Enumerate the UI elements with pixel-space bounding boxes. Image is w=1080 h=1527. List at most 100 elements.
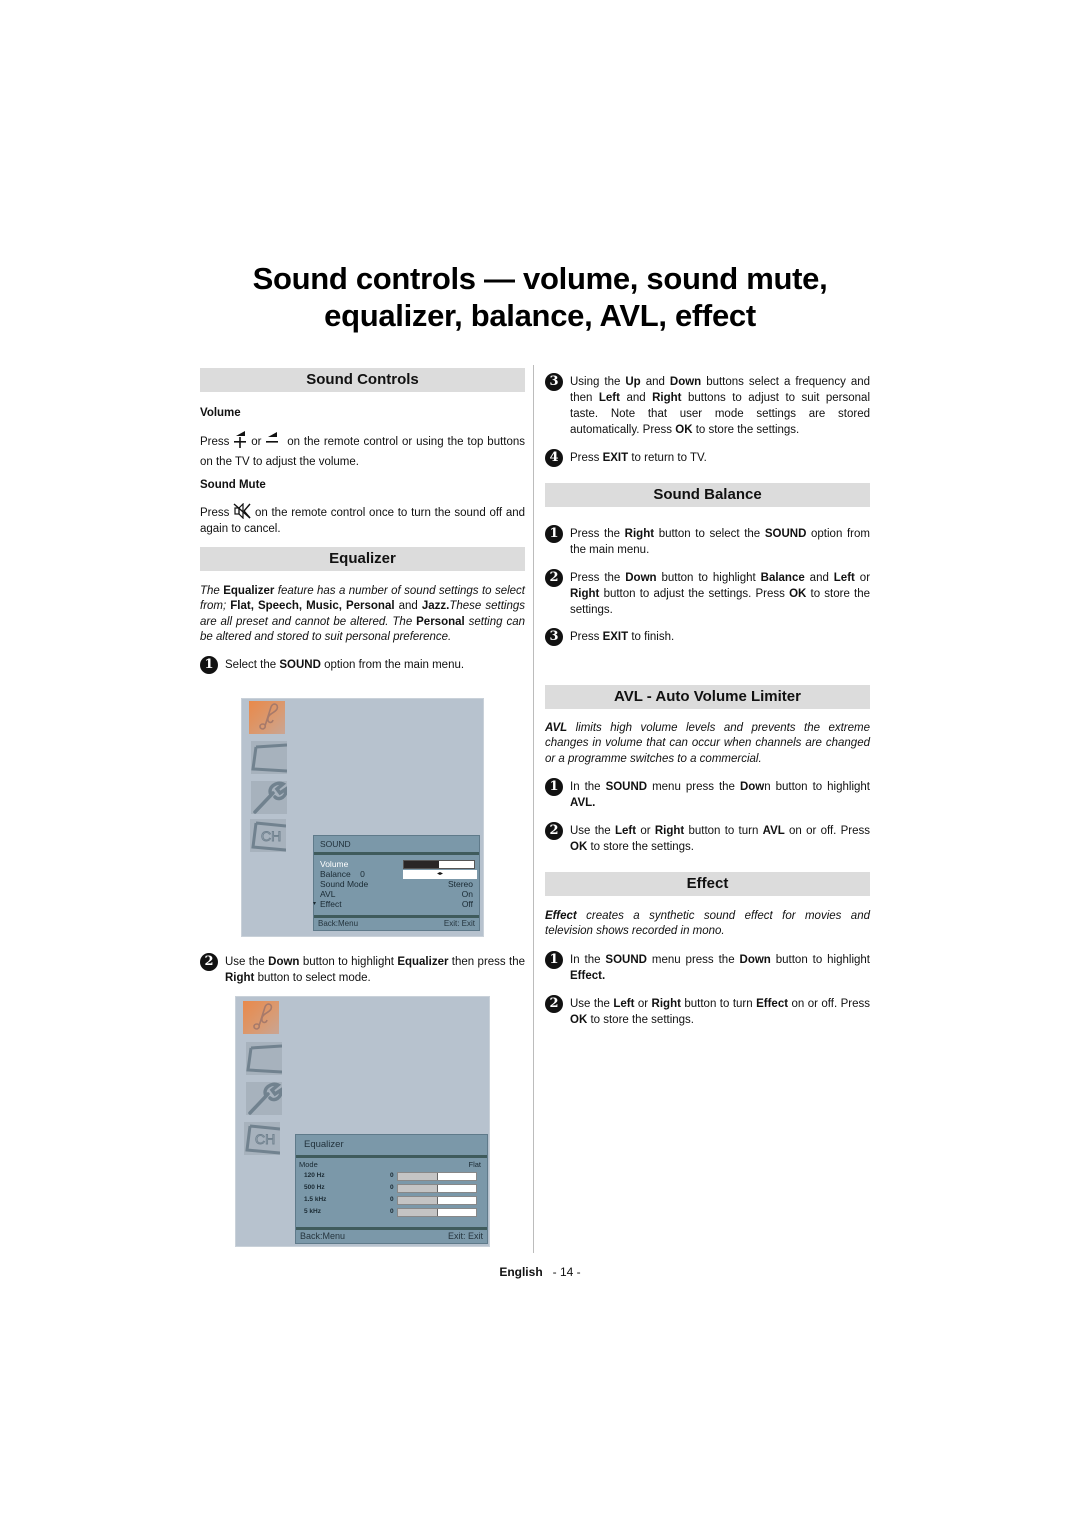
step-number-badge: 1 [545, 777, 563, 796]
wrench-icon [251, 781, 287, 814]
step-number-badge: 1 [545, 950, 563, 969]
sound-menu-title: SOUND [314, 836, 479, 855]
tv-osd-sound-screenshot: CH SOUND Volume Balance 0 ◂▸ Sound Mode S… [241, 698, 484, 937]
equalizer-section: Equalizer The Equalizer feature has a nu… [200, 547, 526, 675]
equalizer-step-2: 2 Use the Down button to highlight Equali… [200, 953, 525, 986]
step-number-badge: 3 [545, 628, 563, 646]
channel-icon: CH [244, 1122, 280, 1155]
step-number-badge: 2 [545, 994, 563, 1013]
sound-menu-row-sound-mode[interactable]: Sound Mode Stereo [314, 879, 479, 889]
channel-icon: CH [250, 819, 286, 852]
volume-text: Press or on the remote control or using … [200, 431, 525, 472]
equalizer-intro: The Equalizer feature has a number of so… [200, 585, 526, 643]
effect-step-1: 1 In the SOUND menu press the Down button… [545, 950, 870, 984]
step-number-badge: 3 [545, 373, 563, 391]
equalizer-menu-title: Equalizer [296, 1135, 487, 1158]
sound-menu-footer: Back:Menu Exit: Exit [314, 915, 479, 930]
volume-bar[interactable] [403, 860, 475, 869]
sound-controls-section: Sound Controls Volume Press or on the re… [200, 368, 525, 537]
volume-or-text: or [251, 436, 262, 448]
volume-rest-text: on the remote control or using the top b… [200, 436, 526, 468]
step-number-badge: 2 [200, 953, 218, 971]
sound-menu-row-effect[interactable]: ▾ Effect Off [313, 899, 479, 909]
band-level-bar[interactable] [397, 1184, 477, 1193]
footer-page-number: - 14 - [552, 1265, 581, 1279]
avl-heading: AVL - Auto Volume Limiter [545, 685, 870, 709]
balance-step-2: 2 Press the Down button to highlight Bala… [545, 569, 870, 618]
avl-step-2: 2 Use the Left or Right button to turn AV… [545, 821, 870, 855]
volume-down-icon [265, 432, 279, 448]
avl-intro: AVL limits high volume levels and preven… [545, 722, 870, 765]
page-title-line-1: Sound controls — volume, sound mute, [252, 261, 828, 296]
balance-step-1: 1 Press the Right button to select the SO… [545, 525, 870, 558]
sound-menu-panel: SOUND Volume Balance 0 ◂▸ Sound Mode Ster… [313, 835, 480, 931]
step-number-badge: 1 [200, 656, 218, 675]
step-number-badge: 4 [545, 449, 563, 467]
band-label: 500 Hz [304, 1184, 325, 1191]
equalizer-steps-continued: 3 Using the Up and Down buttons select a … [545, 373, 870, 467]
mute-press-text: Press [200, 507, 230, 519]
avl-step-1: 1 In the SOUND menu press the Down button… [545, 777, 870, 811]
sound-balance-heading: Sound Balance [545, 483, 870, 507]
effect-heading: Effect [545, 872, 870, 896]
band-level-bar[interactable] [397, 1208, 477, 1217]
band-label: 120 Hz [304, 1172, 325, 1179]
page-footer: English - 14 - [0, 1265, 1080, 1279]
svg-text:CH: CH [261, 828, 281, 844]
equalizer-band-row[interactable]: 1.5 kHz 0 [296, 1194, 487, 1206]
band-value: 0 [390, 1196, 394, 1203]
step-number-badge: 2 [545, 821, 563, 840]
balance-bar[interactable]: ◂▸ [403, 870, 477, 879]
exit-hint: Exit: Exit [443, 919, 475, 928]
equalizer-band-row[interactable]: 5 kHz 0 [296, 1206, 487, 1218]
equalizer-band-row[interactable]: 500 Hz 0 [296, 1182, 487, 1194]
effect-intro: Effect creates a synthetic sound effect … [545, 910, 870, 938]
sound-menu-row-avl[interactable]: AVL On [314, 889, 479, 899]
back-menu-hint: Back:Menu [318, 919, 359, 928]
balance-arrows-icon: ◂▸ [436, 871, 444, 877]
equalizer-menu-panel: Equalizer Mode Flat 120 Hz 0 500 Hz 0 1.5 kHz… [295, 1134, 488, 1244]
equalizer-mode-row[interactable]: Mode Flat [296, 1160, 487, 1170]
effect-section: Effect Effect creates a synthetic sound … [545, 872, 870, 1028]
band-value: 0 [390, 1172, 394, 1179]
band-level-bar[interactable] [397, 1172, 477, 1181]
volume-press-text: Press [200, 436, 230, 448]
band-value: 0 [390, 1184, 394, 1191]
volume-subheading: Volume [200, 407, 241, 419]
band-level-bar[interactable] [397, 1196, 477, 1205]
wrench-icon [246, 1082, 282, 1115]
music-note-icon [243, 1001, 279, 1034]
avl-section: AVL - Auto Volume Limiter AVL limits hig… [545, 685, 870, 855]
sound-controls-heading: Sound Controls [200, 368, 525, 392]
scroll-down-arrow-icon: ▾ [313, 901, 317, 907]
volume-up-icon [233, 431, 247, 448]
equalizer-band-row[interactable]: 120 Hz 0 [296, 1170, 487, 1182]
step-number-badge: 1 [545, 525, 563, 543]
svg-text:CH: CH [255, 1131, 275, 1147]
effect-step-2: 2 Use the Left or Right button to turn Ef… [545, 994, 870, 1028]
band-level-fill [398, 1197, 438, 1204]
equalizer-bands: 120 Hz 0 500 Hz 0 1.5 kHz 0 5 kHz 0 [296, 1170, 487, 1218]
band-level-fill [398, 1209, 438, 1216]
sound-menu-row-balance[interactable]: Balance 0 ◂▸ [314, 869, 479, 879]
equalizer-menu-footer: Back:Menu Exit: Exit [296, 1227, 487, 1243]
sound-balance-section: Sound Balance 1 Press the Right button to… [545, 483, 870, 646]
sound-menu-row-volume[interactable]: Volume [314, 859, 479, 869]
band-level-fill [398, 1185, 438, 1192]
band-label: 1.5 kHz [304, 1196, 327, 1203]
tv-osd-equalizer-screenshot: CH Equalizer Mode Flat 120 Hz 0 500 Hz 0 1.5 … [235, 996, 490, 1247]
column-divider [533, 365, 534, 1253]
band-level-fill [398, 1173, 438, 1180]
equalizer-step-2-block: 2 Use the Down button to highlight Equali… [200, 953, 525, 986]
exit-hint: Exit: Exit [447, 1231, 483, 1241]
volume-bar-fill [404, 861, 439, 868]
band-label: 5 kHz [304, 1208, 321, 1215]
equalizer-heading: Equalizer [200, 547, 525, 571]
mute-icon [233, 502, 251, 520]
sound-mute-text: Press on the remote control once to turn… [200, 502, 525, 537]
back-menu-hint: Back:Menu [300, 1231, 346, 1241]
picture-icon [251, 741, 287, 774]
equalizer-step-3: 3 Using the Up and Down buttons select a … [545, 373, 870, 438]
page-title-line-2: equalizer, balance, AVL, effect [324, 298, 756, 333]
sound-mute-subheading: Sound Mute [200, 479, 266, 491]
